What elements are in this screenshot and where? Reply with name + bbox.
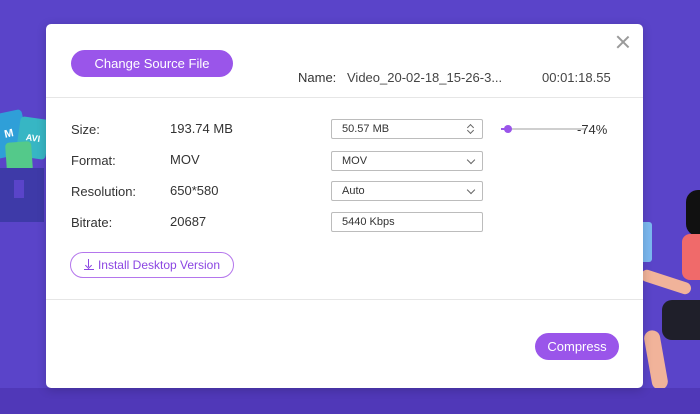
format-value: MOV — [170, 152, 200, 167]
name-label: Name: — [298, 70, 337, 85]
close-icon[interactable] — [617, 36, 629, 48]
resolution-select-value: Auto — [342, 185, 365, 197]
size-input-value: 50.57 MB — [342, 123, 390, 135]
compress-button[interactable]: Compress — [535, 333, 619, 360]
format-select[interactable]: MOV — [331, 151, 483, 171]
divider — [46, 299, 643, 300]
resolution-select[interactable]: Auto — [331, 181, 483, 201]
building-decoration — [0, 168, 44, 222]
size-value: 193.74 MB — [170, 121, 233, 136]
resolution-label: Resolution: — [71, 184, 137, 199]
duration: 00:01:18.55 — [542, 70, 611, 85]
chevron-down-icon — [466, 185, 476, 195]
install-label: Install Desktop Version — [97, 258, 221, 272]
install-desktop-version-button[interactable]: Install Desktop Version — [70, 252, 234, 278]
format-label: Format: — [71, 153, 116, 168]
download-icon — [83, 259, 94, 271]
resolution-value: 650*580 — [170, 183, 219, 198]
up-down-stepper-icon[interactable] — [467, 122, 475, 136]
change-source-file-button[interactable]: Change Source File — [71, 50, 233, 77]
bitrate-value: 20687 — [170, 214, 207, 229]
compression-percent: -74% — [577, 122, 608, 137]
floor-decoration — [0, 388, 700, 414]
size-label: Size: — [71, 122, 100, 137]
bitrate-input[interactable]: 5440 Kbps — [331, 212, 483, 232]
bitrate-input-value: 5440 Kbps — [342, 216, 395, 228]
bitrate-label: Bitrate: — [71, 215, 113, 230]
chevron-down-icon — [466, 155, 476, 165]
compression-slider[interactable] — [501, 125, 585, 133]
size-stepper[interactable]: 50.57 MB — [331, 119, 483, 139]
file-name: Video_20-02-18_15-26-3... — [347, 70, 503, 85]
compress-dialog: Change Source File Name: Video_20-02-18_… — [46, 24, 643, 388]
slider-handle[interactable] — [503, 125, 512, 133]
person-illustration — [639, 190, 700, 414]
format-select-value: MOV — [342, 155, 368, 167]
divider — [46, 97, 643, 98]
